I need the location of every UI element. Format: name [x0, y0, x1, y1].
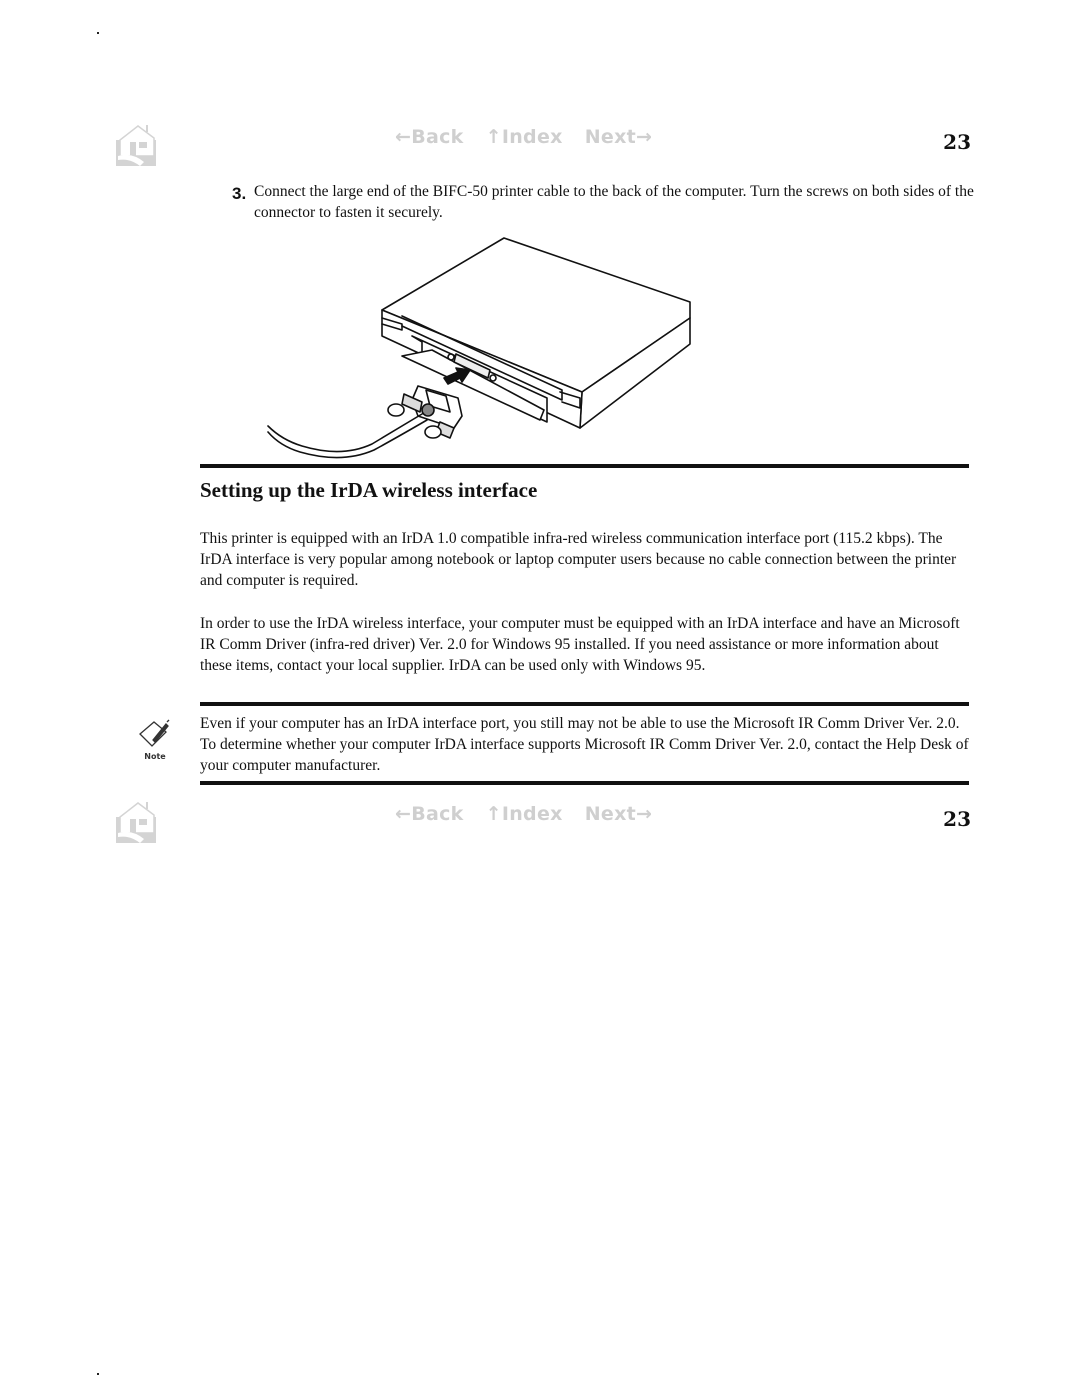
back-link[interactable]: ←Back	[395, 803, 464, 825]
top-navigation-bar: ←Back ↑Index Next→ 23	[110, 118, 975, 168]
note-label: Note	[144, 752, 166, 761]
note-icon: Note	[136, 718, 174, 764]
step-item: 3. Connect the large end of the BIFC-50 …	[232, 181, 977, 223]
note-divider-top	[200, 702, 969, 706]
step-number: 3.	[232, 184, 247, 203]
bottom-navigation-bar: ←Back ↑Index Next→ 23	[110, 795, 975, 845]
page-number: 23	[943, 130, 971, 154]
paragraph-irda-intro: This printer is equipped with an IrDA 1.…	[200, 530, 957, 589]
cable-plug	[387, 385, 463, 439]
note-divider-bottom	[200, 781, 969, 785]
note-text: Even if your computer has an IrDA interf…	[200, 715, 969, 774]
page-corner-mark-top	[97, 32, 99, 34]
page-corner-mark-bottom	[97, 1373, 99, 1375]
home-icon[interactable]	[114, 122, 160, 166]
home-icon[interactable]	[114, 799, 160, 843]
index-link[interactable]: ↑Index	[486, 126, 563, 148]
printer-cable	[267, 413, 423, 453]
step-text: Connect the large end of the BIFC-50 pri…	[254, 183, 974, 221]
next-link[interactable]: Next→	[585, 126, 653, 148]
section-heading: Setting up the IrDA wireless interface	[200, 478, 538, 502]
page-number: 23	[943, 807, 971, 831]
computer-cable-illustration	[267, 237, 691, 459]
paragraph-irda-requirements: In order to use the IrDA wireless interf…	[200, 615, 960, 674]
index-link[interactable]: ↑Index	[486, 803, 563, 825]
next-link[interactable]: Next→	[585, 803, 653, 825]
section-divider	[200, 464, 969, 468]
back-link[interactable]: ←Back	[395, 126, 464, 148]
